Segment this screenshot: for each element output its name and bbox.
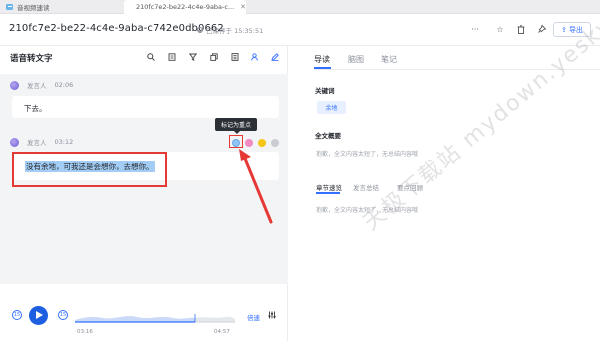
timestamp[interactable]: 03:12 — [55, 138, 74, 146]
subtab-speaker-summary[interactable]: 发言总结 — [353, 182, 379, 192]
timestamp[interactable]: 02:06 — [55, 81, 74, 89]
current-time: 03:16 — [77, 329, 93, 335]
playback-speed-button[interactable]: 倍速 — [247, 312, 260, 322]
summary-placeholder: 抱歉，全文内容太短了，无总结内容哦 — [316, 151, 419, 158]
speaker-name[interactable]: 发言人 — [27, 80, 47, 90]
equalizer-icon[interactable] — [268, 311, 276, 321]
saved-status: 已保存于 15:35:51 — [197, 25, 263, 35]
app-icon — [6, 4, 13, 10]
rewind-15-button[interactable]: 15 — [12, 310, 22, 320]
delete-icon[interactable] — [516, 24, 526, 34]
tab-notes[interactable]: 笔记 — [381, 54, 397, 65]
tab-document[interactable]: 210fc7e2-be22-4c4e-9aba-c... ✕ — [124, 0, 246, 14]
document-title[interactable]: 210fc7e2-be22-4c4e-9aba-c742e0db0662 — [9, 23, 224, 34]
transcript-text[interactable]: 下去。 — [24, 104, 47, 113]
tab-mindmap[interactable]: 脑图 — [348, 54, 364, 65]
subtab-chapters[interactable]: 章节速览 — [316, 182, 342, 192]
summary-heading: 全文概要 — [315, 132, 341, 140]
annotation-arrow-icon — [239, 149, 273, 224]
search-icon[interactable] — [146, 52, 155, 61]
copy-icon[interactable] — [209, 52, 218, 61]
star-icon[interactable]: ☆ — [495, 24, 505, 34]
tab-label: 音视频速读 — [17, 4, 50, 12]
filter-icon[interactable] — [188, 52, 197, 61]
audio-player: 15 15 03:16 04:57 倍速 — [0, 296, 288, 341]
tab-audio-video-reading[interactable]: 音视频速读 — [6, 0, 50, 14]
play-button[interactable] — [29, 306, 48, 325]
transcript-title: 语音转文字 — [10, 54, 53, 64]
upload-icon: ⇪ — [561, 25, 567, 34]
close-icon[interactable]: ✕ — [240, 3, 246, 11]
speaker-name[interactable]: 发言人 — [27, 137, 47, 147]
transcript-paragraph[interactable]: 下去。 — [12, 96, 279, 118]
document-header: 210fc7e2-be22-4c4e-9aba-c742e0db0662 已保存… — [0, 14, 600, 46]
edit-note-icon[interactable] — [167, 52, 176, 61]
transcript-pane: 语音转文字 发言人 02:06 下去。 发言人 03:12 没有余地，可我还是会… — [0, 46, 288, 341]
avatar — [10, 80, 19, 90]
pin-icon[interactable] — [537, 24, 547, 34]
highlight-tooltip: 标记为重点 — [215, 118, 257, 134]
saved-status-text: 已保存于 15:35:51 — [206, 27, 264, 35]
keyword-tag[interactable]: 余地 — [317, 101, 346, 114]
browser-tab-bar: 音视频速读 210fc7e2-be22-4c4e-9aba-c... ✕ — [0, 0, 600, 14]
annotation-box-selected-text — [12, 152, 167, 187]
summary-pane: 导读 脑图 笔记 关键词 余地 全文概要 抱歉，全文内容太短了，无总结内容哦 章… — [289, 46, 600, 341]
tab-label: 210fc7e2-be22-4c4e-9aba-c... — [136, 3, 235, 11]
more-icon[interactable]: ··· — [470, 24, 480, 34]
pen-icon[interactable] — [270, 52, 279, 61]
speaker-row: 发言人 02:06 — [10, 80, 73, 90]
keywords-heading: 关键词 — [315, 87, 335, 95]
tab-guide[interactable]: 导读 — [314, 54, 330, 65]
avatar — [10, 137, 19, 147]
waveform-progress[interactable] — [75, 308, 235, 328]
check-circle-icon — [197, 27, 203, 33]
active-subtab-indicator — [316, 192, 340, 194]
document-icon[interactable] — [230, 52, 239, 61]
speaker-row: 发言人 03:12 — [10, 137, 73, 147]
total-time: 04:57 — [214, 329, 230, 335]
forward-15-button[interactable]: 15 — [58, 310, 68, 320]
speaker-icon[interactable] — [250, 52, 259, 61]
